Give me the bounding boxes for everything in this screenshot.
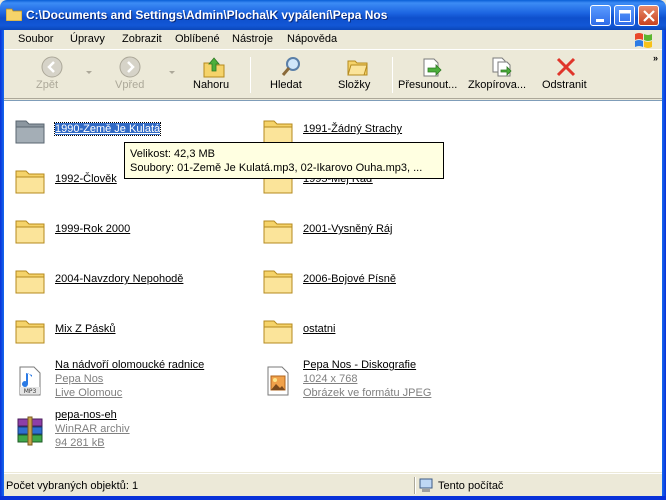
tooltip-size: Velikost: 42,3 MB: [130, 148, 215, 160]
item-detail: 94 281 kB: [55, 437, 105, 449]
item-name[interactable]: Na nádvoří olomoucké radnice: [55, 359, 204, 371]
item-detail: Obrázek ve formátu JPEG: [303, 387, 432, 399]
folder-icon: [263, 220, 293, 244]
tooltip-files: Soubory: 01-Země Je Kulatá.mp3, 02-Ikaro…: [130, 162, 423, 174]
item-name[interactable]: 1991-Žádný Strachy: [303, 123, 402, 135]
search-icon: [281, 57, 300, 76]
item-name[interactable]: 2001-Vysněný Ráj: [303, 223, 392, 235]
item-name[interactable]: 1990-Země Je Kulatá: [53, 122, 162, 136]
up-button[interactable]: Nahoru: [188, 55, 244, 95]
item-name[interactable]: 2006-Bojové Písně: [303, 273, 396, 285]
folder-item[interactable]: Mix Z Pásků: [6, 307, 246, 355]
folder-icon: [15, 120, 45, 144]
minimize-icon: [596, 19, 604, 22]
menu-soubor[interactable]: Soubor: [18, 33, 53, 45]
folder-up-icon: [203, 57, 225, 78]
back-dropdown[interactable]: [86, 71, 92, 74]
item-detail: Live Olomouc: [55, 387, 123, 399]
toolbar-more-chevron[interactable]: »: [653, 53, 658, 63]
menu-upravy[interactable]: Úpravy: [70, 33, 105, 45]
minimize-button[interactable]: [590, 5, 611, 26]
delete-icon: [556, 57, 576, 77]
svg-text:MP3: MP3: [24, 388, 37, 395]
window-title: C:\Documents and Settings\Admin\Plocha\K…: [26, 8, 388, 22]
folder-icon: [263, 320, 293, 344]
folder-icon: [15, 220, 45, 244]
toolbar: Zpět Vpřed Nahoru Hledat Složky Přesunou…: [4, 51, 662, 99]
menu-bar: Soubor Úpravy Zobrazit Oblíbené Nástroje…: [4, 30, 662, 50]
forward-dropdown[interactable]: [169, 71, 175, 74]
maximize-icon: [619, 10, 631, 22]
item-name[interactable]: 2004-Navzdory Nepohodě: [55, 273, 183, 285]
winrar-archive-icon: [17, 416, 43, 446]
title-bar[interactable]: C:\Documents and Settings\Admin\Plocha\K…: [0, 0, 666, 30]
move-to-icon: [423, 58, 442, 77]
windows-logo-icon: [635, 33, 652, 48]
folder-icon: [6, 8, 22, 21]
folder-item[interactable]: ostatni: [254, 307, 494, 355]
folder-icon: [15, 270, 45, 294]
item-name[interactable]: Pepa Nos - Diskografie: [303, 359, 416, 371]
item-detail: WinRAR archiv: [55, 423, 130, 435]
file-item[interactable]: MP3 Na nádvoří olomoucké radnice Pepa Nos L…: [6, 357, 246, 405]
status-bar: Počet vybraných objektů: 1 Tento počítač: [4, 473, 662, 496]
copy-button[interactable]: Zkopírova...: [466, 55, 534, 95]
item-name[interactable]: 1999-Rok 2000: [55, 223, 130, 235]
item-detail: Pepa Nos: [55, 373, 104, 385]
folders-icon: [347, 60, 368, 76]
folder-icon: [15, 320, 45, 344]
menu-nastroje[interactable]: Nástroje: [232, 33, 273, 45]
item-name[interactable]: ostatni: [303, 323, 335, 335]
menu-zobrazit[interactable]: Zobrazit: [122, 33, 162, 45]
back-button[interactable]: Zpět: [10, 55, 80, 95]
close-icon: [643, 10, 655, 22]
item-name[interactable]: 1992-Člověk: [55, 173, 117, 185]
file-item[interactable]: pepa-nos-eh WinRAR archiv 94 281 kB: [6, 407, 246, 455]
jpeg-file-icon: [267, 366, 289, 396]
forward-arrow-icon: [119, 56, 141, 78]
mp3-file-icon: MP3: [19, 366, 41, 396]
copy-to-icon: [492, 57, 512, 77]
back-arrow-icon: [41, 56, 63, 78]
menu-oblibene[interactable]: Oblíbené: [175, 33, 220, 45]
menu-napoveda[interactable]: Nápověda: [287, 33, 337, 45]
search-button[interactable]: Hledat: [262, 55, 320, 95]
my-computer-icon: [419, 478, 433, 492]
folder-item[interactable]: 2001-Vysněný Ráj: [254, 207, 494, 255]
folder-icon: [15, 170, 45, 194]
delete-button[interactable]: Odstranit: [538, 55, 598, 95]
toolbar-separator: [392, 57, 393, 93]
folder-item[interactable]: 2006-Bojové Písně: [254, 257, 494, 305]
file-item[interactable]: Pepa Nos - Diskografie 1024 x 768 Obrázek …: [254, 357, 494, 405]
status-divider: [414, 477, 416, 494]
close-button[interactable]: [638, 5, 659, 26]
window-frame-bottom: [0, 496, 666, 500]
item-name[interactable]: Mix Z Pásků: [55, 323, 116, 335]
folder-item[interactable]: 1999-Rok 2000: [6, 207, 246, 255]
status-selection-count: Počet vybraných objektů: 1: [6, 480, 139, 492]
move-button[interactable]: Přesunout...: [396, 55, 466, 95]
window-frame-right: [662, 30, 666, 500]
folders-button[interactable]: Složky: [334, 55, 384, 95]
folder-tooltip: Velikost: 42,3 MB Soubory: 01-Země Je Ku…: [124, 142, 444, 179]
folder-item[interactable]: 2004-Navzdory Nepohodě: [6, 257, 246, 305]
item-detail: 1024 x 768: [303, 373, 358, 385]
forward-button[interactable]: Vpřed: [96, 55, 172, 95]
folder-icon: [263, 270, 293, 294]
item-name[interactable]: pepa-nos-eh: [55, 409, 117, 421]
maximize-button[interactable]: [614, 5, 635, 26]
toolbar-separator: [250, 57, 251, 93]
status-location: Tento počítač: [438, 480, 504, 492]
